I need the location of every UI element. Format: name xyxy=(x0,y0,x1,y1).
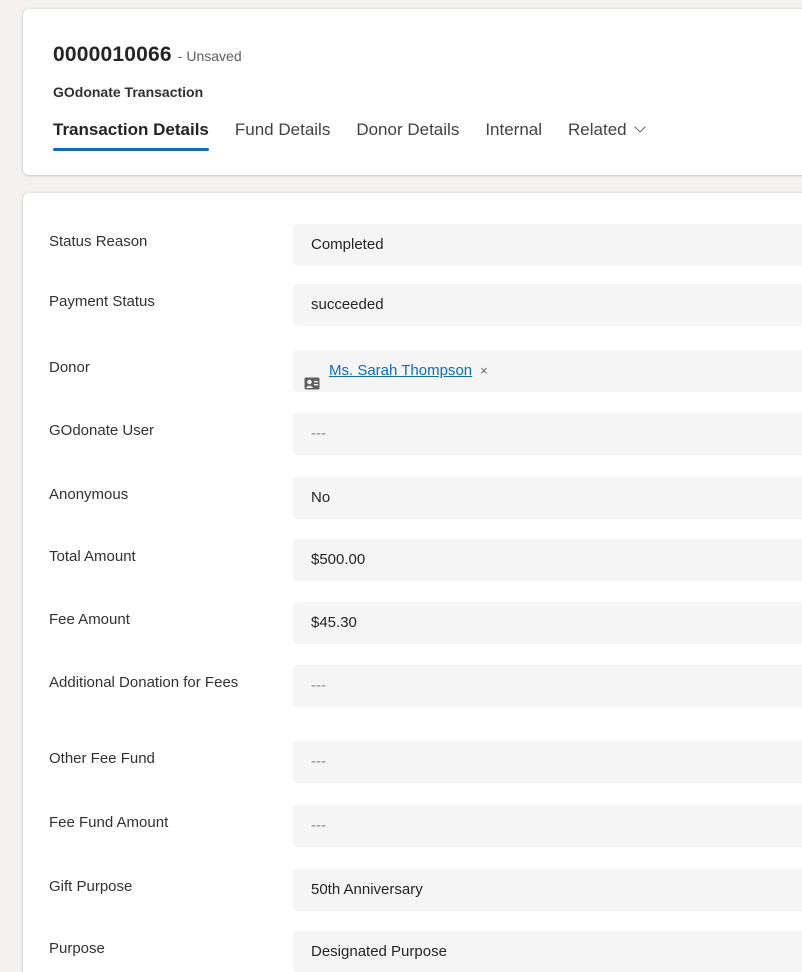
tab-donor-details[interactable]: Donor Details xyxy=(356,120,459,159)
tab-related[interactable]: Related xyxy=(568,120,646,159)
additional-donation-for-fees-field[interactable]: --- xyxy=(293,665,802,707)
chevron-down-icon xyxy=(633,121,646,133)
field-label: Total Amount xyxy=(49,548,136,565)
unsaved-indicator: - Unsaved xyxy=(177,48,242,64)
transaction-details-section: Status Reason Completed Payment Status s… xyxy=(23,193,802,972)
field-label: Fee Amount xyxy=(49,611,130,628)
record-title: 0000010066 - Unsaved xyxy=(53,43,242,67)
form-tabs: Transaction Details Fund Details Donor D… xyxy=(53,120,670,159)
tab-transaction-details[interactable]: Transaction Details xyxy=(53,120,209,159)
form-page: 0000010066 - Unsaved GOdonate Transactio… xyxy=(0,0,802,972)
tab-related-label: Related xyxy=(568,120,627,139)
tab-fund-details[interactable]: Fund Details xyxy=(235,120,330,159)
field-label: Gift Purpose xyxy=(49,878,133,895)
donor-link[interactable]: Ms. Sarah Thompson xyxy=(329,350,472,392)
anonymous-field[interactable]: No xyxy=(293,477,802,519)
field-label: Status Reason xyxy=(49,233,148,250)
payment-status-field[interactable]: succeeded xyxy=(293,284,802,326)
status-reason-field[interactable]: Completed xyxy=(293,224,802,266)
fee-fund-amount-field[interactable]: --- xyxy=(293,805,802,847)
godonate-user-field[interactable]: --- xyxy=(293,413,802,455)
field-label: Purpose xyxy=(49,940,105,957)
field-label: Fee Fund Amount xyxy=(49,814,169,831)
donor-lookup-tag: Ms. Sarah Thompson × xyxy=(293,350,488,392)
field-label: Anonymous xyxy=(49,486,129,503)
field-label: Other Fee Fund xyxy=(49,750,155,767)
fee-amount-field[interactable]: $45.30 xyxy=(293,602,802,644)
close-icon[interactable]: × xyxy=(480,350,488,392)
record-id: 0000010066 xyxy=(53,43,172,66)
total-amount-field[interactable]: $500.00 xyxy=(293,539,802,581)
contact-card-icon xyxy=(304,365,320,389)
donor-lookup-field[interactable]: Ms. Sarah Thompson × xyxy=(293,350,802,392)
entity-name: GOdonate Transaction xyxy=(53,84,204,100)
record-header: 0000010066 - Unsaved GOdonate Transactio… xyxy=(23,9,802,175)
field-label: GOdonate User xyxy=(49,422,155,439)
field-label: Additional Donation for Fees xyxy=(49,674,239,691)
other-fee-fund-field[interactable]: --- xyxy=(293,741,802,783)
gift-purpose-field[interactable]: 50th Anniversary xyxy=(293,869,802,911)
field-label: Donor xyxy=(49,359,90,376)
purpose-field[interactable]: Designated Purpose xyxy=(293,931,802,972)
field-label: Payment Status xyxy=(49,293,155,310)
tab-internal[interactable]: Internal xyxy=(485,120,542,159)
